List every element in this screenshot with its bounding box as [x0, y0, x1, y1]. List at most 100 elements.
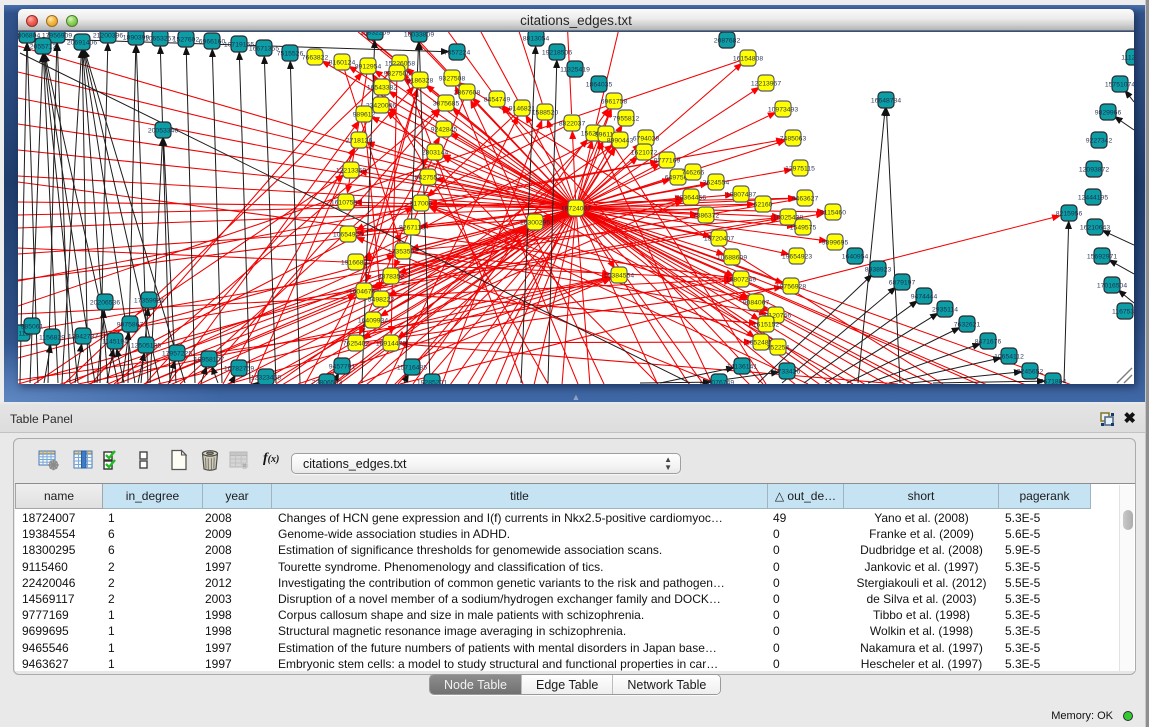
- svg-text:2935114: 2935114: [932, 307, 958, 314]
- svg-text:10958107: 10958107: [194, 357, 224, 364]
- svg-text:1527602: 1527602: [173, 37, 200, 44]
- svg-text:19218506: 19218506: [542, 50, 572, 57]
- svg-text:15751074: 15751074: [1105, 82, 1134, 89]
- svg-text:3624554: 3624554: [703, 180, 730, 187]
- svg-text:8160124: 8160124: [329, 60, 356, 67]
- svg-text:8215956: 8215956: [1056, 211, 1083, 218]
- svg-text:7515526: 7515526: [277, 51, 304, 58]
- svg-text:10688609: 10688609: [717, 255, 747, 262]
- svg-text:9245652: 9245652: [1017, 369, 1044, 376]
- svg-text:6961758: 6961758: [601, 99, 628, 106]
- svg-text:12942737: 12942737: [68, 334, 98, 341]
- svg-text:10973493: 10973493: [768, 107, 798, 114]
- svg-text:16914479: 16914479: [376, 341, 406, 348]
- svg-text:20206536: 20206536: [90, 300, 120, 307]
- svg-text:16648784: 16648784: [871, 98, 901, 105]
- svg-text:11325419: 11325419: [560, 67, 590, 74]
- svg-text:19285201: 19285201: [417, 380, 447, 385]
- svg-text:2803144: 2803144: [422, 150, 449, 157]
- svg-text:1112489: 1112489: [1121, 55, 1134, 62]
- svg-text:12093872: 12093872: [1079, 167, 1109, 174]
- svg-text:9474444: 9474444: [911, 294, 938, 301]
- svg-text:8938923: 8938923: [865, 267, 892, 274]
- svg-text:16671355: 16671355: [249, 46, 279, 53]
- svg-text:7485063: 7485063: [780, 136, 807, 143]
- svg-text:6966160: 6966160: [199, 39, 226, 46]
- svg-text:18807249: 18807249: [726, 277, 756, 284]
- svg-text:7663822: 7663822: [302, 55, 329, 62]
- svg-text:2055713: 2055713: [30, 44, 57, 51]
- svg-text:16409934: 16409934: [358, 318, 388, 325]
- svg-text:317006: 317006: [410, 201, 433, 208]
- svg-text:20691406: 20691406: [67, 40, 97, 47]
- svg-text:17359924: 17359924: [134, 298, 164, 305]
- svg-text:20364456: 20364456: [676, 195, 706, 202]
- svg-text:8912954: 8912954: [355, 64, 382, 71]
- svg-text:1156829: 1156829: [39, 335, 65, 342]
- svg-text:7625402: 7625402: [343, 341, 370, 348]
- svg-text:10653257: 10653257: [145, 36, 175, 43]
- svg-text:17957225: 17957225: [162, 351, 192, 358]
- svg-text:9975867: 9975867: [117, 322, 144, 329]
- svg-text:3875685: 3875685: [433, 101, 460, 108]
- svg-text:7632621: 7632621: [954, 322, 981, 329]
- svg-text:8427552: 8427552: [415, 175, 442, 182]
- svg-text:1733426: 1733426: [774, 369, 801, 376]
- svg-text:17016504: 17016504: [1097, 283, 1127, 290]
- svg-text:252254: 252254: [767, 345, 790, 352]
- svg-text:16543382: 16543382: [367, 85, 397, 92]
- svg-text:8267110: 8267110: [399, 225, 425, 232]
- svg-text:19654923: 19654923: [782, 254, 812, 261]
- svg-text:12505135: 12505135: [131, 343, 161, 350]
- svg-text:9463627: 9463627: [792, 196, 819, 203]
- svg-text:16210643: 16210643: [1080, 225, 1110, 232]
- svg-text:8186328: 8186328: [407, 78, 434, 85]
- svg-text:12323468: 12323468: [251, 375, 281, 382]
- svg-text:10654925: 10654925: [333, 232, 363, 239]
- svg-text:19384554: 19384554: [604, 273, 634, 280]
- svg-text:12444195: 12444195: [1078, 195, 1108, 202]
- svg-text:15692971: 15692971: [1087, 254, 1117, 261]
- svg-text:12213967: 12213967: [751, 81, 781, 88]
- svg-text:9829966: 9829966: [1095, 110, 1122, 117]
- svg-text:985061: 985061: [21, 324, 44, 331]
- svg-text:746266: 746266: [682, 170, 705, 177]
- svg-text:5498222: 5498222: [368, 297, 395, 304]
- svg-text:8471676: 8471676: [975, 339, 1002, 346]
- svg-text:8878352: 8878352: [378, 274, 405, 281]
- svg-text:989612: 989612: [353, 112, 376, 119]
- svg-text:9115460: 9115460: [820, 210, 846, 217]
- svg-text:9899695: 9899695: [822, 240, 849, 247]
- svg-text:16154808: 16154808: [733, 56, 763, 63]
- svg-text:7357224: 7357224: [444, 50, 471, 57]
- svg-text:20053346: 20053346: [148, 128, 178, 135]
- svg-text:2867608: 2867608: [454, 90, 481, 97]
- svg-text:1615152: 1615152: [753, 322, 780, 329]
- svg-text:9327508: 9327508: [439, 76, 466, 83]
- svg-text:7955812: 7955812: [613, 116, 640, 123]
- svg-text:2087682: 2087682: [714, 38, 741, 45]
- svg-text:62160: 62160: [754, 202, 773, 209]
- svg-text:22806503: 22806503: [312, 380, 342, 385]
- svg-text:1549575: 1549575: [790, 225, 817, 232]
- svg-text:15076749: 15076749: [704, 380, 734, 385]
- svg-text:15716485: 15716485: [397, 365, 427, 372]
- svg-text:12975115: 12975115: [785, 166, 815, 173]
- svg-text:8454749: 8454749: [484, 97, 511, 104]
- svg-text:8813054: 8813054: [523, 36, 550, 43]
- svg-text:9227342: 9227342: [1086, 138, 1113, 145]
- svg-text:15720407: 15720407: [704, 236, 734, 243]
- svg-text:1864035: 1864035: [586, 82, 613, 89]
- svg-text:1621072: 1621072: [631, 150, 658, 157]
- svg-text:8822037: 8822037: [559, 121, 586, 128]
- svg-text:21200396: 21200396: [93, 33, 123, 40]
- svg-text:18300295: 18300295: [520, 220, 550, 227]
- svg-text:1167534: 1167534: [1112, 309, 1134, 316]
- svg-text:18724007: 18724007: [561, 206, 591, 213]
- svg-text:1145194: 1145194: [102, 339, 128, 346]
- svg-text:9084067: 9084067: [743, 300, 770, 307]
- svg-text:16033809: 16033809: [404, 32, 434, 39]
- svg-text:9327506: 9327506: [384, 71, 411, 78]
- svg-text:19166827: 19166827: [341, 260, 371, 267]
- svg-text:14136141: 14136141: [727, 364, 757, 371]
